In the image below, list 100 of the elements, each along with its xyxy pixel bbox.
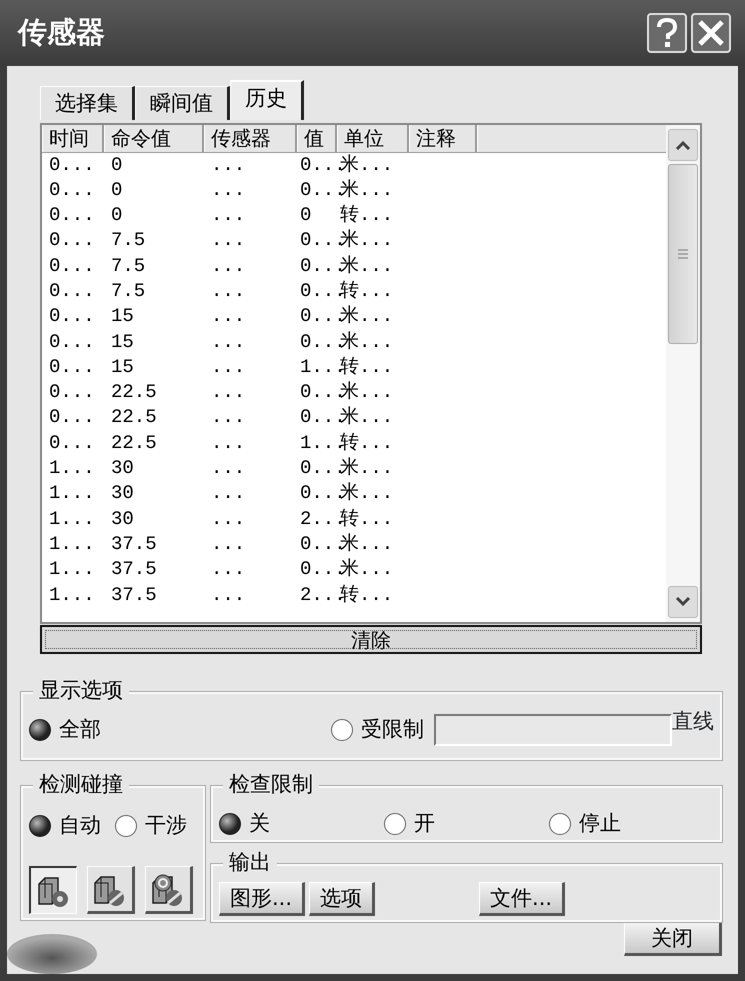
- radio-dot[interactable]: [29, 814, 51, 837]
- table-cell-text: ...: [210, 354, 246, 380]
- tab[interactable]: 历史: [230, 80, 304, 120]
- radio-option[interactable]: 自动: [29, 810, 101, 842]
- table-cell-text: ...: [210, 152, 246, 178]
- table-cell-text: 米...: [340, 481, 394, 506]
- table-cell-text: 0...: [48, 178, 96, 203]
- table-cell-text: ...: [210, 557, 246, 582]
- table-cell-text: 1...: [48, 481, 96, 506]
- radio-dot[interactable]: [331, 719, 353, 742]
- column-header[interactable]: 单位: [337, 124, 409, 152]
- radio-option[interactable]: 开: [384, 808, 549, 840]
- radio-dot[interactable]: [29, 719, 51, 742]
- tab[interactable]: 选择集: [40, 86, 135, 120]
- help-button[interactable]: [647, 12, 687, 53]
- table-cell-text: 22.5: [110, 380, 158, 406]
- table-cell-text: 1...: [48, 557, 96, 582]
- table-cell-text: 37.5: [110, 532, 158, 557]
- output-button[interactable]: 文件...: [479, 882, 566, 916]
- table-cell-text: ...: [210, 430, 246, 456]
- table-cell-text: 30: [110, 481, 135, 506]
- table-cell-text: 米...: [340, 405, 394, 430]
- close-button[interactable]: [691, 12, 731, 53]
- table-cell-text: ...: [210, 380, 246, 406]
- table-cell-text: 7.5: [110, 228, 146, 254]
- table-cell-text: 米...: [340, 304, 394, 330]
- table-cell-text: 转...: [340, 354, 394, 380]
- column-header[interactable]: 传感器: [204, 124, 297, 152]
- grip-icon: [677, 248, 689, 260]
- table-cell-text: 0...: [48, 330, 96, 355]
- output-button[interactable]: 选项: [309, 882, 376, 916]
- radio-option[interactable]: 停止: [549, 808, 714, 840]
- radio-dot[interactable]: [384, 812, 406, 835]
- column-header[interactable]: 值: [297, 124, 337, 152]
- table-cell-text: 0: [110, 152, 124, 178]
- group-label: 检查限制: [223, 771, 319, 797]
- table-cell-text: 米...: [340, 254, 394, 279]
- chevron-up-icon: [675, 140, 691, 150]
- table-cell-text: ...: [210, 304, 246, 330]
- table-cell-text: 0...: [48, 405, 96, 430]
- table-cell-text: 0: [110, 203, 124, 228]
- scroll-down-button[interactable]: [668, 586, 698, 618]
- close-icon: [697, 18, 725, 47]
- output-button[interactable]: 图形...: [219, 882, 306, 916]
- table-cell-text: 15: [110, 354, 135, 380]
- table-cell-text: ...: [210, 481, 246, 506]
- table-cell-text: 转...: [339, 203, 394, 228]
- table-cell-text: 米...: [340, 228, 394, 254]
- table-cell-text: ...: [210, 506, 246, 532]
- limit-field[interactable]: [434, 714, 672, 746]
- collision-mode-button[interactable]: [29, 866, 77, 914]
- clear-button[interactable]: 清除: [40, 624, 702, 654]
- table-cell-text: ...: [210, 278, 246, 304]
- radio-dot[interactable]: [219, 812, 241, 835]
- table-cell-text: ...: [210, 203, 246, 228]
- table-cell-text: 0...: [48, 152, 96, 178]
- table-cell-text: 转...: [340, 506, 394, 532]
- radio-label: 开: [414, 810, 435, 837]
- table-cell-text: ...: [210, 405, 246, 430]
- table-cell-text: ...: [210, 178, 246, 203]
- table-cell-text: 22.5: [110, 430, 158, 456]
- table-cell-text: 30: [110, 506, 135, 532]
- close-dialog-button[interactable]: 关闭: [624, 922, 722, 956]
- radio-option[interactable]: 受限制: [331, 714, 424, 746]
- group-label: 输出: [223, 849, 277, 875]
- column-header[interactable]: 时间: [42, 124, 104, 152]
- table-cell-text: 0: [110, 178, 124, 203]
- radio-dot[interactable]: [549, 812, 571, 835]
- table-cell-text: 转...: [340, 278, 394, 304]
- table-cell-text: 0...: [48, 228, 96, 254]
- table-cell-text: ...: [210, 532, 246, 557]
- radio-label: 自动: [59, 812, 101, 839]
- table-cell-text: 1...: [48, 532, 96, 557]
- table-cell-text: 1...: [48, 582, 96, 608]
- table-cell-text: 37.5: [110, 582, 158, 608]
- table-cell-text: 30: [110, 456, 135, 482]
- radio-option[interactable]: 关: [219, 808, 384, 840]
- scrollbar-thumb[interactable]: [668, 164, 698, 344]
- tab[interactable]: 瞬间值: [135, 86, 230, 120]
- help-icon: [654, 18, 680, 48]
- table-cell-text: 15: [110, 330, 135, 355]
- radio-option[interactable]: 干涉: [115, 810, 187, 842]
- column-header[interactable]: 命令值: [104, 124, 204, 152]
- radio-dot[interactable]: [115, 814, 137, 837]
- table-cell-text: 1...: [48, 506, 96, 532]
- table-cell-text: 米...: [340, 557, 394, 582]
- radio-label: 干涉: [145, 812, 187, 839]
- scroll-up-button[interactable]: [668, 128, 698, 160]
- table-cell-text: 15: [110, 304, 135, 330]
- window-title: 传感器: [18, 14, 106, 51]
- table-cell-text: 37.5: [110, 557, 158, 582]
- table-cell-text: 0...: [48, 430, 96, 456]
- table-cell-text: 22.5: [110, 405, 158, 430]
- column-header[interactable]: 注释: [409, 124, 477, 152]
- table-cell-text: 1...: [48, 456, 96, 482]
- table-cell-text: 米...: [340, 456, 394, 482]
- radio-option[interactable]: 全部: [29, 714, 101, 746]
- table-cell-text: ...: [210, 582, 246, 608]
- chevron-down-icon: [675, 596, 691, 607]
- table-cell-text: ...: [210, 456, 246, 482]
